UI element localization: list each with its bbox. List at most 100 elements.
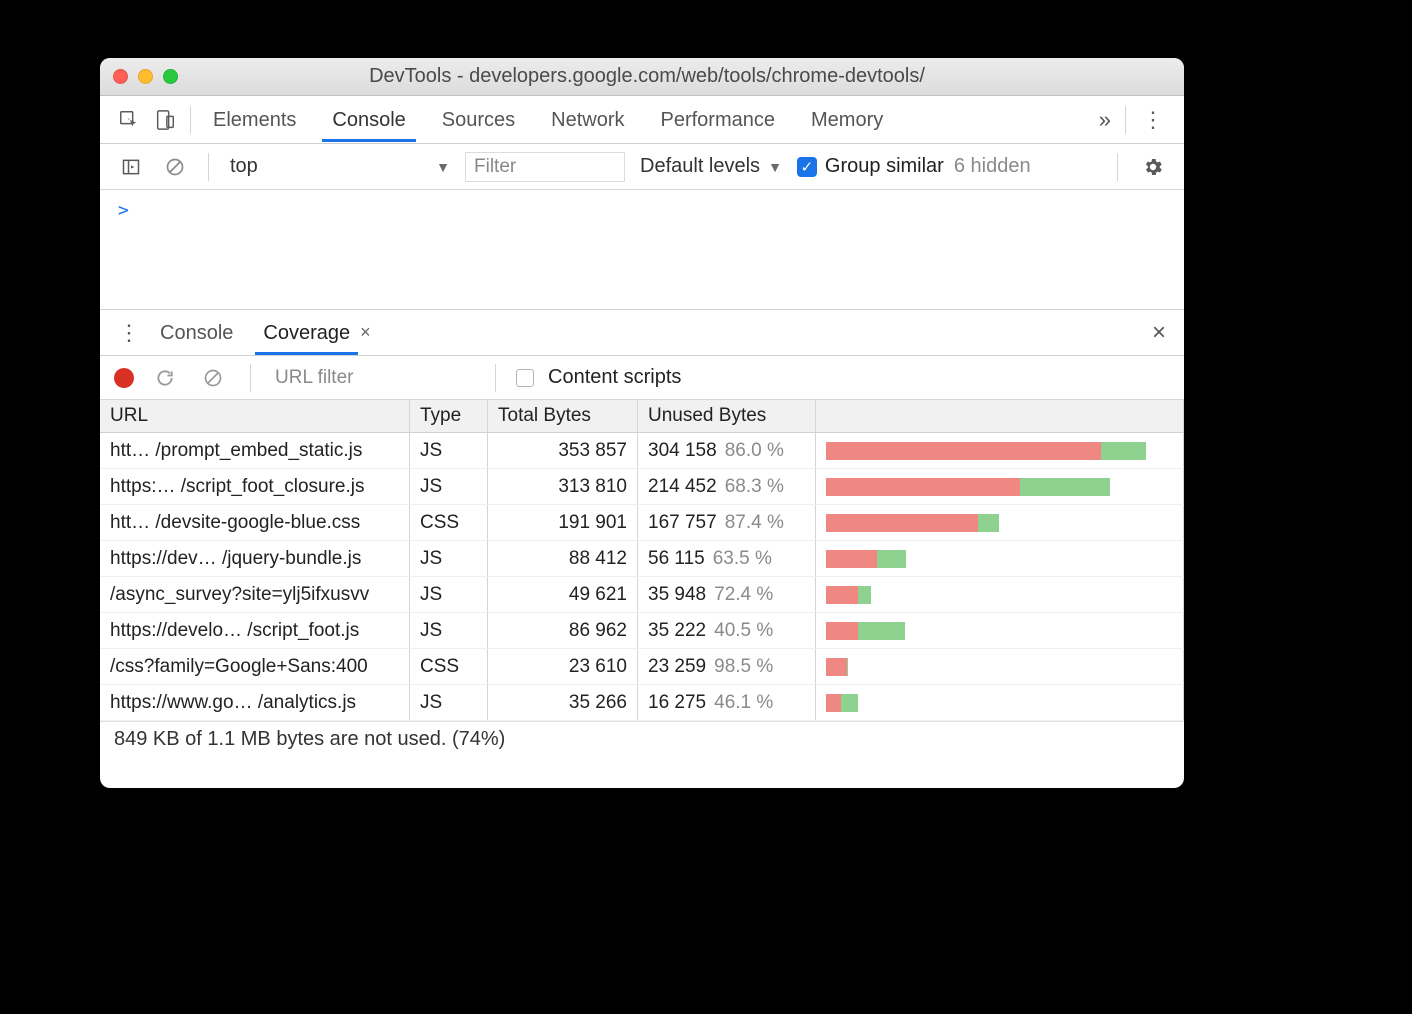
drawer-tab-coverage[interactable]: Coverage [257,312,356,354]
cell-type: JS [410,469,488,504]
cell-type: JS [410,613,488,648]
coverage-table-header: URL Type Total Bytes Unused Bytes [100,400,1184,433]
cell-url: /css?family=Google+Sans:400 [100,649,410,684]
cell-bar [816,685,1184,720]
traffic-lights [113,69,178,84]
tab-elements[interactable]: Elements [209,99,300,141]
tab-sources[interactable]: Sources [438,99,519,141]
inspect-element-icon[interactable] [112,103,146,137]
cell-total: 86 962 [488,613,638,648]
hidden-count[interactable]: 6 hidden [954,155,1031,178]
table-row[interactable]: https://develo… /script_foot.jsJS86 9623… [100,613,1184,649]
table-row[interactable]: /css?family=Google+Sans:400CSS23 61023 2… [100,649,1184,685]
overflow-tabs-button[interactable]: » [1093,107,1117,133]
panel-tabs: Elements Console Sources Network Performance… [209,99,1091,141]
cell-url: htt… /prompt_embed_static.js [100,433,410,468]
console-body[interactable]: > [100,190,1184,310]
tab-memory[interactable]: Memory [807,99,887,141]
table-row[interactable]: https://www.go… /analytics.jsJS35 26616 … [100,685,1184,721]
group-similar-checkbox[interactable]: ✓ [797,157,817,177]
log-levels-selector[interactable]: Default levels ▼ [635,152,787,181]
content-scripts-label: Content scripts [548,366,681,389]
cell-total: 353 857 [488,433,638,468]
cell-bar [816,541,1184,576]
chevron-down-icon: ▼ [436,159,450,175]
cell-url: https://www.go… /analytics.js [100,685,410,720]
cell-url: https://dev… /jquery-bundle.js [100,541,410,576]
divider [1117,153,1118,181]
show-console-sidebar-icon[interactable] [114,150,148,184]
cell-unused: 56 11563.5 % [638,541,816,576]
divider [495,364,496,392]
more-options-icon[interactable]: ⋮ [1134,107,1172,133]
group-similar-label: Group similar [825,155,944,178]
tab-network[interactable]: Network [547,99,628,141]
usage-bar [826,586,871,604]
cell-unused: 167 75787.4 % [638,505,816,540]
minimize-window-button[interactable] [138,69,153,84]
record-button[interactable] [114,368,134,388]
cell-type: JS [410,541,488,576]
window-titlebar: DevTools - developers.google.com/web/too… [100,58,1184,96]
usage-bar [826,550,906,568]
reload-icon[interactable] [148,361,182,395]
close-window-button[interactable] [113,69,128,84]
coverage-toolbar: URL filter Content scripts [100,356,1184,400]
cell-url: https://develo… /script_foot.js [100,613,410,648]
col-total[interactable]: Total Bytes [488,400,638,432]
table-row[interactable]: https://dev… /jquery-bundle.jsJS88 41256… [100,541,1184,577]
col-type[interactable]: Type [410,400,488,432]
table-row[interactable]: /async_survey?site=ylj5ifxusvvJS49 62135… [100,577,1184,613]
table-row[interactable]: htt… /prompt_embed_static.jsJS353 857304… [100,433,1184,469]
console-filter-input[interactable]: Filter [465,152,625,182]
drawer-tab-console[interactable]: Console [154,312,239,354]
cell-url: /async_survey?site=ylj5ifxusvv [100,577,410,612]
usage-bar [826,514,999,532]
zoom-window-button[interactable] [163,69,178,84]
tab-console[interactable]: Console [328,99,409,141]
cell-total: 88 412 [488,541,638,576]
close-drawer-button[interactable]: × [1144,319,1174,347]
gear-icon[interactable] [1136,150,1170,184]
usage-bar [826,658,847,676]
table-row[interactable]: https:… /script_foot_closure.jsJS313 810… [100,469,1184,505]
cell-type: JS [410,433,488,468]
usage-bar [826,478,1110,496]
cell-unused: 35 94872.4 % [638,577,816,612]
usage-bar [826,622,905,640]
cell-url: htt… /devsite-google-blue.css [100,505,410,540]
cell-type: JS [410,685,488,720]
cell-bar [816,469,1184,504]
cell-unused: 214 45268.3 % [638,469,816,504]
cell-unused: 16 27546.1 % [638,685,816,720]
tab-performance[interactable]: Performance [657,99,780,141]
cell-unused: 304 15886.0 % [638,433,816,468]
clear-icon[interactable] [196,361,230,395]
url-filter-input[interactable]: URL filter [275,367,475,389]
close-tab-icon[interactable]: × [360,322,371,343]
cell-total: 49 621 [488,577,638,612]
cell-bar [816,613,1184,648]
cell-type: CSS [410,505,488,540]
col-unused[interactable]: Unused Bytes [638,400,816,432]
device-toolbar-icon[interactable] [148,103,182,137]
cell-bar [816,505,1184,540]
col-url[interactable]: URL [100,400,410,432]
cell-bar [816,577,1184,612]
col-bar [816,400,1184,432]
main-toolbar: Elements Console Sources Network Performance… [100,96,1184,144]
cell-total: 35 266 [488,685,638,720]
coverage-status: 849 KB of 1.1 MB bytes are not used. (74… [100,721,1184,757]
clear-console-icon[interactable] [158,150,192,184]
execution-context-selector[interactable]: top ▼ [225,152,455,181]
content-scripts-checkbox[interactable] [516,369,534,387]
cell-total: 23 610 [488,649,638,684]
levels-label: Default levels [640,155,760,178]
table-row[interactable]: htt… /devsite-google-blue.cssCSS191 9011… [100,505,1184,541]
divider [208,153,209,181]
drawer-more-icon[interactable]: ⋮ [110,320,148,346]
chevron-down-icon: ▼ [768,159,782,175]
filter-placeholder: Filter [474,156,516,178]
cell-type: JS [410,577,488,612]
cell-type: CSS [410,649,488,684]
